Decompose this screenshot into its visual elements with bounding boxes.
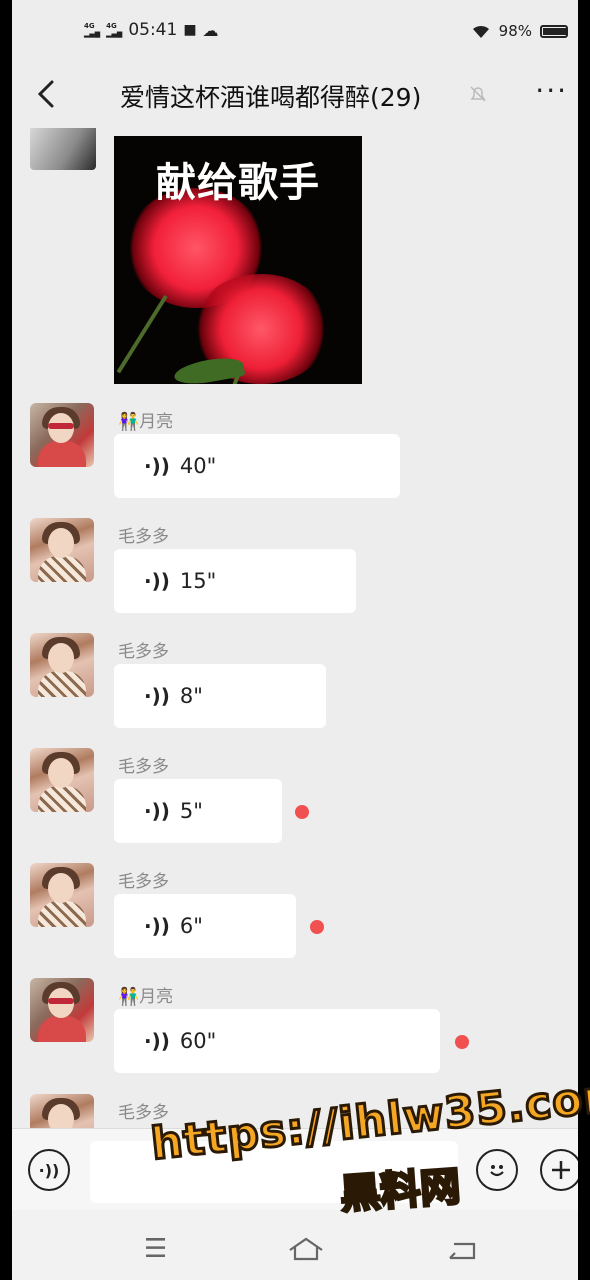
voice-duration: 60": [179, 1029, 217, 1053]
signal-icon-2: 4G ▂▄▆: [106, 22, 123, 38]
unread-dot: [295, 805, 309, 819]
sticker-caption: 献给歌手: [156, 160, 320, 206]
sender-name: 毛多多: [118, 757, 169, 777]
system-navigation: ☰: [12, 1210, 578, 1280]
emoji-icon[interactable]: [476, 1149, 518, 1191]
sender-name: 毛多多: [118, 642, 169, 662]
sender-name: 毛多多: [118, 527, 169, 547]
sender-name: 毛多多: [118, 1103, 169, 1123]
voice-duration: 15": [179, 569, 217, 593]
voice-wave-icon: ·)): [144, 914, 170, 938]
bell-off-icon: [470, 86, 486, 102]
back-nav-icon[interactable]: [446, 1238, 478, 1262]
voice-duration: 8": [179, 684, 203, 708]
voice-wave-icon: ·)): [144, 799, 170, 823]
sticker-message[interactable]: 献给歌手: [114, 136, 362, 384]
voice-wave-icon: ·)): [144, 569, 170, 593]
voice-message[interactable]: ·)) 40": [114, 434, 400, 498]
video-icon: ■: [183, 22, 197, 38]
status-left: 4G ▂▄▆ 4G ▂▄▆ 05:41 ■ ☁: [84, 20, 219, 40]
avatar[interactable]: [30, 633, 94, 697]
unread-dot: [455, 1035, 469, 1049]
avatar[interactable]: [30, 128, 96, 170]
voice-message[interactable]: ·)) 15": [114, 549, 356, 613]
battery-percent: 98%: [498, 22, 532, 40]
clock: 05:41: [128, 20, 178, 40]
message-input[interactable]: [90, 1141, 458, 1203]
sender-name: 👫月亮: [118, 412, 174, 432]
voice-wave-icon: ·)): [144, 454, 170, 478]
voice-wave-icon: ·)): [144, 1029, 170, 1053]
status-bar: 4G ▂▄▆ 4G ▂▄▆ 05:41 ■ ☁ 98%: [12, 0, 578, 62]
avatar[interactable]: [30, 403, 94, 467]
chat-screen: 4G ▂▄▆ 4G ▂▄▆ 05:41 ■ ☁ 98% 爱情这杯酒谁喝都得醉(29)…: [12, 0, 578, 1280]
voice-duration: 40": [179, 454, 217, 478]
voice-toggle-icon[interactable]: ·)): [28, 1149, 70, 1191]
avatar[interactable]: [30, 978, 94, 1042]
avatar[interactable]: [30, 1094, 94, 1128]
message-list[interactable]: 献给歌手 👫月亮 ·)) 40" 毛多多 ·)) 15" 毛多多 ·)) 8": [12, 128, 578, 1128]
voice-message[interactable]: ·)) 5": [114, 779, 282, 843]
avatar[interactable]: [30, 748, 94, 812]
voice-wave-icon: ·)): [144, 684, 170, 708]
chat-header: 爱情这杯酒谁喝都得醉(29) ···: [12, 62, 578, 128]
voice-message[interactable]: ·)) 6": [114, 894, 296, 958]
avatar[interactable]: [30, 863, 94, 927]
sender-name: 👫月亮: [118, 987, 174, 1007]
battery-icon: [540, 24, 568, 38]
back-icon[interactable]: [30, 76, 66, 112]
plus-icon[interactable]: [540, 1149, 578, 1191]
input-bar: ·)): [12, 1128, 578, 1211]
signal-icon-1: 4G ▂▄▆: [84, 22, 101, 38]
voice-message[interactable]: ·)) 8": [114, 664, 326, 728]
unread-dot: [310, 920, 324, 934]
voice-duration: 6": [179, 914, 203, 938]
home-icon[interactable]: [286, 1236, 326, 1262]
cloud-icon: ☁: [202, 20, 219, 40]
voice-duration: 5": [179, 799, 203, 823]
avatar[interactable]: [30, 518, 94, 582]
wifi-icon: [472, 25, 489, 38]
flower-stem: [116, 294, 168, 374]
menu-icon[interactable]: ☰: [144, 1234, 167, 1264]
voice-message[interactable]: ·)) 60": [114, 1009, 440, 1073]
more-button[interactable]: ···: [535, 74, 568, 107]
chat-title[interactable]: 爱情这杯酒谁喝都得醉(29): [120, 78, 421, 114]
sender-name: 毛多多: [118, 872, 169, 892]
status-right: 98%: [471, 22, 568, 40]
